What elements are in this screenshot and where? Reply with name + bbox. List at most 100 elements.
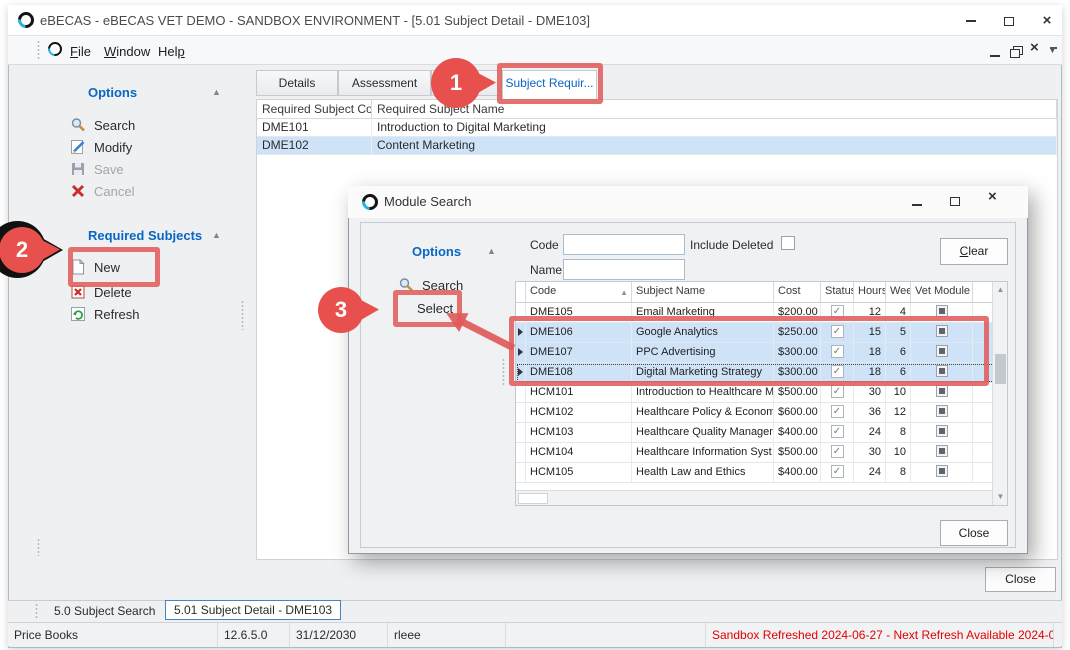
cell-subject-name: Healthcare Information Syst bbox=[632, 443, 774, 462]
required-table-row[interactable]: DME102 Content Marketing bbox=[257, 137, 1057, 155]
col-vet-module[interactable]: Vet Module bbox=[911, 282, 973, 302]
col-required-subject-name[interactable]: Required Subject Name bbox=[372, 100, 1057, 118]
options-collapse-icon[interactable]: ▲ bbox=[212, 87, 221, 97]
mdi-restore-button[interactable] bbox=[1010, 43, 1021, 61]
module-grid-row[interactable]: HCM103 Healthcare Quality Managem $400.0… bbox=[516, 423, 1007, 443]
cell-code: HCM105 bbox=[526, 463, 632, 482]
menu-help[interactable]: Help bbox=[154, 42, 189, 61]
dialog-title: Module Search bbox=[384, 194, 471, 209]
grid-horizontal-scrollbar[interactable] bbox=[516, 490, 992, 505]
vet-module-checkbox bbox=[936, 425, 948, 437]
scroll-down-icon[interactable]: ▼ bbox=[993, 489, 1008, 505]
highlight-box-subject-requirements-tab bbox=[497, 63, 603, 104]
vet-module-checkbox bbox=[936, 385, 948, 397]
col-week[interactable]: Week bbox=[886, 282, 911, 302]
module-grid-row[interactable]: HCM104 Healthcare Information Syst $500.… bbox=[516, 443, 1007, 463]
sort-asc-icon: ▲ bbox=[620, 288, 628, 297]
close-icon: × bbox=[1043, 12, 1052, 29]
splitter-grip[interactable] bbox=[240, 300, 245, 330]
menu-file[interactable]: File bbox=[66, 42, 95, 61]
sidebar-item-search[interactable]: Search bbox=[70, 115, 220, 135]
mdi-minimize-icon bbox=[990, 55, 1000, 57]
window-position-icon bbox=[1049, 47, 1058, 56]
mdi-minimize-button[interactable] bbox=[990, 47, 1000, 65]
mdi-close-icon: × bbox=[1030, 39, 1039, 56]
bottom-tab-subject-detail[interactable]: 5.01 Subject Detail - DME103 bbox=[165, 600, 341, 620]
cell-vet-module bbox=[911, 403, 973, 422]
cell-code: HCM102 bbox=[526, 403, 632, 422]
cell-code: HCM103 bbox=[526, 423, 632, 442]
cell-status: ✓ bbox=[821, 463, 854, 482]
screen: eBECAS - eBECAS VET DEMO - SANDBOX ENVIR… bbox=[0, 0, 1070, 650]
row-indicator bbox=[516, 443, 526, 462]
cell-cost: $400.00 bbox=[774, 463, 821, 482]
col-cost[interactable]: Cost bbox=[774, 282, 821, 302]
sidebar-item-cancel[interactable]: Cancel bbox=[70, 181, 220, 201]
callout-step-1: 1 bbox=[431, 58, 481, 108]
tab-details[interactable]: Details bbox=[256, 70, 338, 96]
search-icon bbox=[70, 117, 86, 133]
required-table-row[interactable]: DME101 Introduction to Digital Marketing bbox=[257, 119, 1057, 137]
maximize-button[interactable] bbox=[994, 8, 1024, 32]
col-required-subject-code[interactable]: Required Subject Code bbox=[257, 100, 372, 118]
name-field-label: Name bbox=[530, 263, 562, 277]
vertical-scroll-thumb[interactable] bbox=[995, 354, 1006, 384]
include-deleted-checkbox[interactable] bbox=[781, 236, 795, 250]
horizontal-scroll-thumb[interactable] bbox=[518, 493, 548, 504]
code-input[interactable] bbox=[563, 234, 685, 255]
col-subject-name[interactable]: Subject Name bbox=[632, 282, 774, 302]
status-checked-icon: ✓ bbox=[831, 425, 844, 438]
module-grid-row[interactable]: HCM102 Healthcare Policy & Economi $600.… bbox=[516, 403, 1007, 423]
mdi-restore-icon bbox=[1010, 46, 1021, 56]
dialog-options-collapse-icon[interactable]: ▲ bbox=[487, 246, 496, 256]
module-grid-row[interactable]: HCM101 Introduction to Healthcare M $500… bbox=[516, 383, 1007, 403]
window-title: eBECAS - eBECAS VET DEMO - SANDBOX ENVIR… bbox=[40, 13, 590, 28]
window-position-menu-button[interactable] bbox=[1049, 43, 1058, 61]
col-hours[interactable]: Hours bbox=[854, 282, 886, 302]
mdi-close-button[interactable]: × bbox=[1030, 39, 1039, 57]
menu-window[interactable]: Window bbox=[100, 42, 154, 61]
dialog-splitter-grip[interactable] bbox=[501, 358, 506, 386]
sidebar-item-modify[interactable]: Modify bbox=[70, 137, 220, 157]
cell-vet-module bbox=[911, 463, 973, 482]
status-date: 31/12/2030 bbox=[290, 623, 388, 647]
sidebar-item-refresh[interactable]: Refresh bbox=[70, 304, 220, 324]
dialog-footer-close-button[interactable]: Close bbox=[940, 520, 1008, 546]
sidebar-grip[interactable] bbox=[36, 538, 41, 556]
minimize-button[interactable] bbox=[956, 8, 986, 32]
cell-hours: 36 bbox=[854, 403, 886, 422]
module-grid-row[interactable]: HCM105 Health Law and Ethics $400.00 ✓ 2… bbox=[516, 463, 1007, 483]
dialog-maximize-button[interactable] bbox=[950, 193, 960, 211]
cell-hours: 24 bbox=[854, 423, 886, 442]
name-input[interactable] bbox=[563, 259, 685, 280]
callout-step-3: 3 bbox=[318, 287, 364, 333]
status-user: rleee bbox=[388, 623, 506, 647]
col-code[interactable]: Code▲ bbox=[526, 282, 632, 302]
close-window-button[interactable]: × bbox=[1032, 8, 1062, 32]
dialog-close-icon: × bbox=[988, 188, 997, 205]
required-subjects-collapse-icon[interactable]: ▲ bbox=[212, 230, 221, 240]
cell-week: 8 bbox=[886, 463, 911, 482]
cell-hours: 24 bbox=[854, 463, 886, 482]
menubar-grip[interactable] bbox=[36, 40, 41, 60]
status-empty bbox=[506, 623, 706, 647]
bottom-tab-subject-search[interactable]: 5.0 Subject Search bbox=[46, 602, 163, 620]
grid-vertical-scrollbar[interactable]: ▲ ▼ bbox=[992, 282, 1007, 505]
dialog-close-button[interactable]: × bbox=[988, 188, 997, 206]
cell-required-code: DME102 bbox=[257, 137, 372, 154]
clear-button[interactable]: Clear bbox=[940, 238, 1008, 265]
col-status[interactable]: Status bbox=[821, 282, 854, 302]
bottom-tabbar-grip[interactable] bbox=[34, 603, 39, 619]
dialog-minimize-button[interactable] bbox=[912, 196, 922, 214]
highlight-box-selected-rows bbox=[509, 316, 989, 386]
cell-vet-module bbox=[911, 443, 973, 462]
save-icon bbox=[70, 161, 86, 177]
main-close-button[interactable]: Close bbox=[985, 567, 1056, 592]
cell-required-name: Content Marketing bbox=[372, 137, 1057, 154]
sidebar-item-save[interactable]: Save bbox=[70, 159, 220, 179]
scroll-up-icon[interactable]: ▲ bbox=[993, 282, 1008, 298]
cell-week: 12 bbox=[886, 403, 911, 422]
cell-status: ✓ bbox=[821, 443, 854, 462]
tab-assessment[interactable]: Assessment bbox=[338, 70, 431, 96]
status-version: 12.6.5.0 bbox=[218, 623, 290, 647]
